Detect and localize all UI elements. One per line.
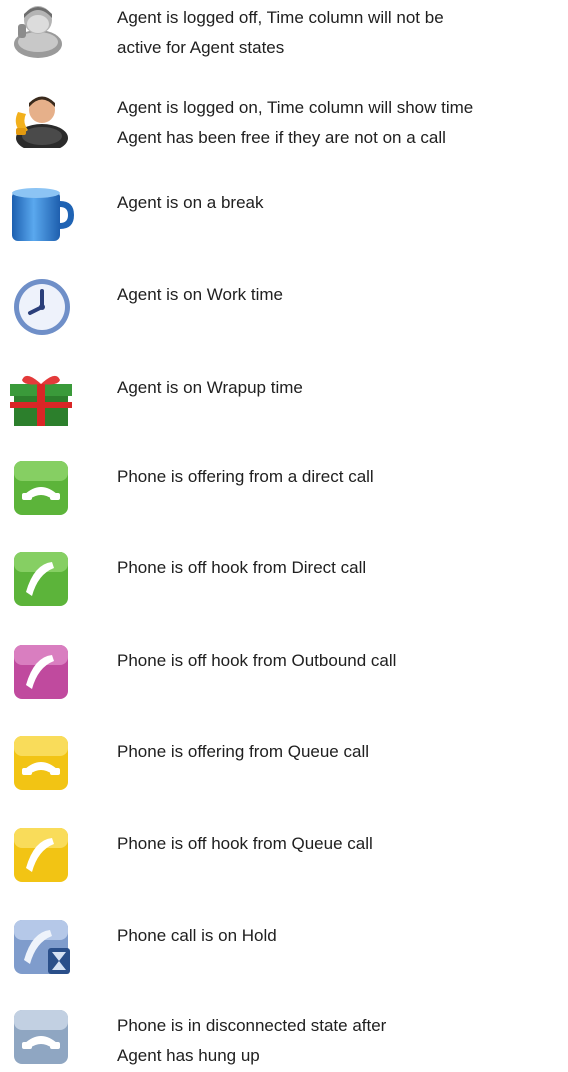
agent-logged-on-icon [8,90,74,148]
legend-text-line: active for Agent states [117,38,285,57]
queue-offering-phone-icon [8,734,74,792]
legend-text-line: Phone is off hook from Queue call [117,834,373,853]
legend-text-line: Agent is logged off, Time column will no… [117,8,444,27]
direct-offhook-phone-icon [8,550,74,608]
direct-offering-phone-icon [8,459,74,517]
disconnected-phone-icon [8,1008,74,1066]
hold-phone-icon [8,918,74,976]
legend-text-line: Phone is off hook from Direct call [117,558,367,577]
legend-text-line: Phone is in disconnected state after [117,1016,387,1035]
legend-text-line: Agent is on Wrapup time [117,378,303,397]
agent-logged-off-icon [8,0,74,58]
legend-text-line: Phone call is on Hold [117,926,277,945]
legend-text-line: Phone is off hook from Outbound call [117,651,397,670]
wrapup-gift-icon [8,370,74,428]
legend-text-line: Agent is logged on, Time column will sho… [117,98,474,117]
legend-text-line: Agent has been free if they are not on a… [117,128,446,147]
work-clock-icon [8,277,74,335]
legend-text-line: Agent is on a break [117,193,264,212]
legend-text-line: Agent is on Work time [117,285,283,304]
break-cup-icon [8,185,74,243]
legend-text-line: Phone is offering from Queue call [117,742,369,761]
legend-text-line: Phone is offering from a direct call [117,467,374,486]
outbound-offhook-phone-icon [8,643,74,701]
queue-offhook-phone-icon [8,826,74,884]
legend-text-line: Agent has hung up [117,1046,260,1065]
